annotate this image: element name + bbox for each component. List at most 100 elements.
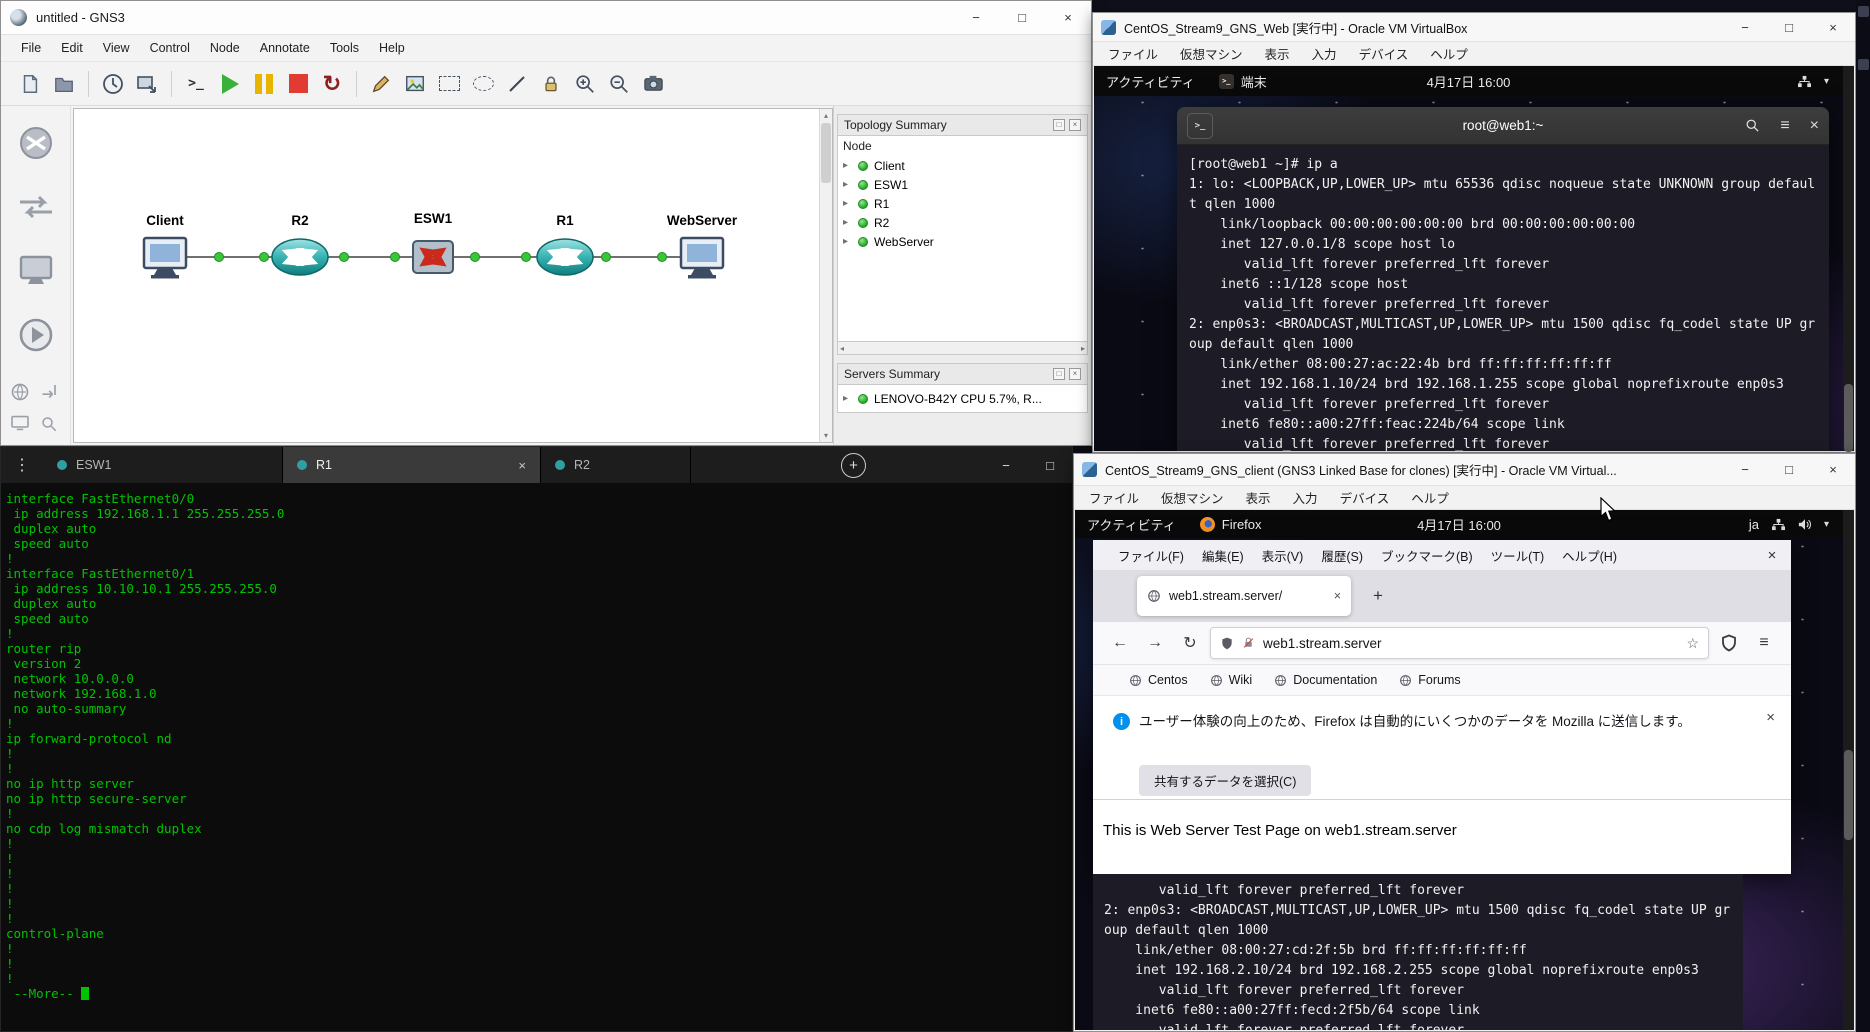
maximize-icon[interactable]: □ bbox=[999, 1, 1045, 34]
menu-help[interactable]: ヘルプ bbox=[1419, 42, 1479, 65]
activities-button[interactable]: アクティビティ bbox=[1075, 510, 1188, 538]
snapshot-button[interactable] bbox=[96, 67, 130, 101]
clock[interactable]: 4月17日 16:00 bbox=[1427, 72, 1511, 91]
menu-view[interactable]: View bbox=[93, 38, 140, 58]
panel-horizontal-scrollbar[interactable]: ◂ ▸ bbox=[837, 342, 1088, 355]
suspend-button[interactable] bbox=[247, 67, 281, 101]
servers-summary-header[interactable]: Servers Summary □ × bbox=[837, 363, 1088, 385]
choose-shared-data-button[interactable]: 共有するデータを選択(C) bbox=[1139, 765, 1312, 796]
expand-icon[interactable]: ▸ bbox=[843, 179, 852, 190]
scroll-left-icon[interactable]: ◂ bbox=[840, 344, 844, 353]
tree-item[interactable]: ▸ Client bbox=[838, 156, 1087, 175]
node-client[interactable] bbox=[142, 236, 188, 279]
close-icon[interactable]: × bbox=[1811, 13, 1855, 41]
snapshot-manager-button[interactable] bbox=[130, 67, 164, 101]
tree-item[interactable]: ▸ R2 bbox=[838, 213, 1087, 232]
insecure-lock-icon[interactable] bbox=[1242, 636, 1255, 650]
cloud-node-button[interactable] bbox=[40, 382, 62, 407]
expand-icon[interactable]: ▸ bbox=[843, 160, 852, 171]
menu-help[interactable]: ヘルプ bbox=[1400, 486, 1460, 509]
tree-item[interactable]: ▸ WebServer bbox=[838, 232, 1087, 251]
scroll-thumb[interactable] bbox=[1844, 384, 1853, 452]
zoom-in-button[interactable] bbox=[568, 67, 602, 101]
tab-r2[interactable]: R2 bbox=[541, 447, 691, 483]
menu-view[interactable]: 表示 bbox=[1235, 486, 1282, 509]
bookmark-wiki[interactable]: Wiki bbox=[1202, 670, 1261, 690]
panel-close-icon[interactable]: × bbox=[1069, 368, 1081, 380]
browse-routers-button[interactable] bbox=[13, 120, 59, 166]
zoom-tool-button[interactable] bbox=[40, 415, 62, 438]
r1-console-terminal[interactable]: interface FastEthernet0/0 ip address 192… bbox=[1, 483, 1072, 1031]
draw-ellipse-button[interactable] bbox=[466, 67, 500, 101]
protections-icon[interactable] bbox=[1714, 628, 1744, 658]
scroll-right-icon[interactable]: ▸ bbox=[1081, 344, 1085, 353]
close-icon[interactable]: × bbox=[1753, 547, 1791, 564]
server-item[interactable]: ▸ LENOVO-B42Y CPU 5.7%, R... bbox=[838, 389, 1087, 408]
menu-devices[interactable]: デバイス bbox=[1329, 486, 1401, 509]
node-r2[interactable] bbox=[271, 238, 329, 276]
client-terminal-window[interactable]: valid_lft forever preferred_lft forever … bbox=[1093, 874, 1743, 1030]
vbox-web-scrollbar[interactable] bbox=[1843, 66, 1854, 452]
menu-help[interactable]: ヘルプ(H) bbox=[1553, 542, 1626, 569]
close-icon[interactable]: × bbox=[1811, 454, 1855, 485]
new-terminal-tab-icon[interactable]: >_ bbox=[1187, 112, 1213, 139]
browser-tab[interactable]: web1.stream.server/ × bbox=[1137, 576, 1351, 616]
url-text[interactable]: web1.stream.server bbox=[1263, 636, 1678, 651]
scroll-up-icon[interactable]: ▴ bbox=[820, 109, 832, 122]
menu-machine[interactable]: 仮想マシン bbox=[1150, 486, 1235, 509]
web-terminal-headerbar[interactable]: >_ root@web1:~ ≡ × bbox=[1177, 107, 1829, 145]
topology-summary-header[interactable]: Topology Summary □ × bbox=[837, 114, 1088, 136]
tree-item[interactable]: ▸ R1 bbox=[838, 194, 1087, 213]
tracking-shield-icon[interactable] bbox=[1220, 636, 1234, 651]
tab-esw1[interactable]: ESW1 bbox=[43, 447, 283, 483]
scroll-down-icon[interactable]: ▾ bbox=[820, 429, 832, 442]
minimize-icon[interactable]: − bbox=[1723, 13, 1767, 41]
menu-machine[interactable]: 仮想マシン bbox=[1169, 42, 1254, 65]
tab-r1[interactable]: R1 × bbox=[283, 447, 541, 483]
bookmark-centos[interactable]: Centos bbox=[1121, 670, 1196, 690]
hamburger-menu-icon[interactable]: ≡ bbox=[1749, 628, 1779, 658]
current-app[interactable]: Firefox bbox=[1188, 510, 1274, 538]
node-webserver[interactable] bbox=[679, 236, 725, 279]
browse-all-devices-button[interactable] bbox=[13, 312, 59, 358]
search-icon[interactable] bbox=[1745, 118, 1760, 133]
back-icon[interactable]: ← bbox=[1105, 628, 1135, 658]
bookmark-forums[interactable]: Forums bbox=[1391, 670, 1468, 690]
screenshot-button[interactable] bbox=[636, 67, 670, 101]
menu-edit[interactable]: Edit bbox=[51, 38, 93, 58]
current-app[interactable]: >_ 端末 bbox=[1207, 66, 1279, 96]
menu-edit[interactable]: 編集(E) bbox=[1193, 542, 1253, 569]
menu-file[interactable]: ファイル(F) bbox=[1109, 542, 1193, 569]
menu-help[interactable]: Help bbox=[369, 38, 415, 58]
tree-item[interactable]: ▸ ESW1 bbox=[838, 175, 1087, 194]
zoom-out-button[interactable] bbox=[602, 67, 636, 101]
lock-unlock-button[interactable] bbox=[534, 67, 568, 101]
add-note-button[interactable] bbox=[364, 67, 398, 101]
draw-line-button[interactable] bbox=[500, 67, 534, 101]
menu-tools[interactable]: ツール(T) bbox=[1482, 542, 1553, 569]
topology-canvas[interactable]: Client R2 ESW1 R1 WebServer ▴ ▾ bbox=[73, 108, 833, 443]
reload-button[interactable]: ↻ bbox=[315, 67, 349, 101]
system-tray[interactable]: ▾ bbox=[1797, 75, 1843, 88]
keyboard-layout[interactable]: ja bbox=[1749, 517, 1759, 532]
menu-devices[interactable]: デバイス bbox=[1348, 42, 1420, 65]
forward-icon[interactable]: → bbox=[1140, 628, 1170, 658]
maximize-icon[interactable]: □ bbox=[1767, 13, 1811, 41]
web-terminal-body[interactable]: [root@web1 ~]# ip a 1: lo: <LOOPBACK,UP,… bbox=[1177, 145, 1829, 451]
minimize-icon[interactable]: − bbox=[953, 1, 999, 34]
minimize-icon[interactable]: − bbox=[984, 447, 1028, 483]
browse-switches-button[interactable] bbox=[13, 184, 59, 230]
menu-input[interactable]: 入力 bbox=[1282, 486, 1329, 509]
close-icon[interactable]: × bbox=[1766, 709, 1775, 726]
host-taskbar-icon[interactable] bbox=[1857, 6, 1869, 17]
system-tray[interactable]: ja ▾ bbox=[1749, 517, 1843, 532]
insert-image-button[interactable] bbox=[398, 67, 432, 101]
new-tab-button[interactable]: + bbox=[841, 452, 866, 478]
expand-icon[interactable]: ▸ bbox=[843, 393, 852, 404]
host-taskbar-icon[interactable] bbox=[1857, 59, 1869, 70]
gns3-titlebar[interactable]: untitled - GNS3 − □ × bbox=[1, 1, 1091, 35]
hamburger-menu-icon[interactable]: ≡ bbox=[1780, 117, 1789, 135]
new-tab-button[interactable]: + bbox=[1363, 581, 1393, 611]
canvas-vertical-scrollbar[interactable]: ▴ ▾ bbox=[819, 109, 832, 442]
close-icon[interactable]: × bbox=[1810, 117, 1819, 135]
